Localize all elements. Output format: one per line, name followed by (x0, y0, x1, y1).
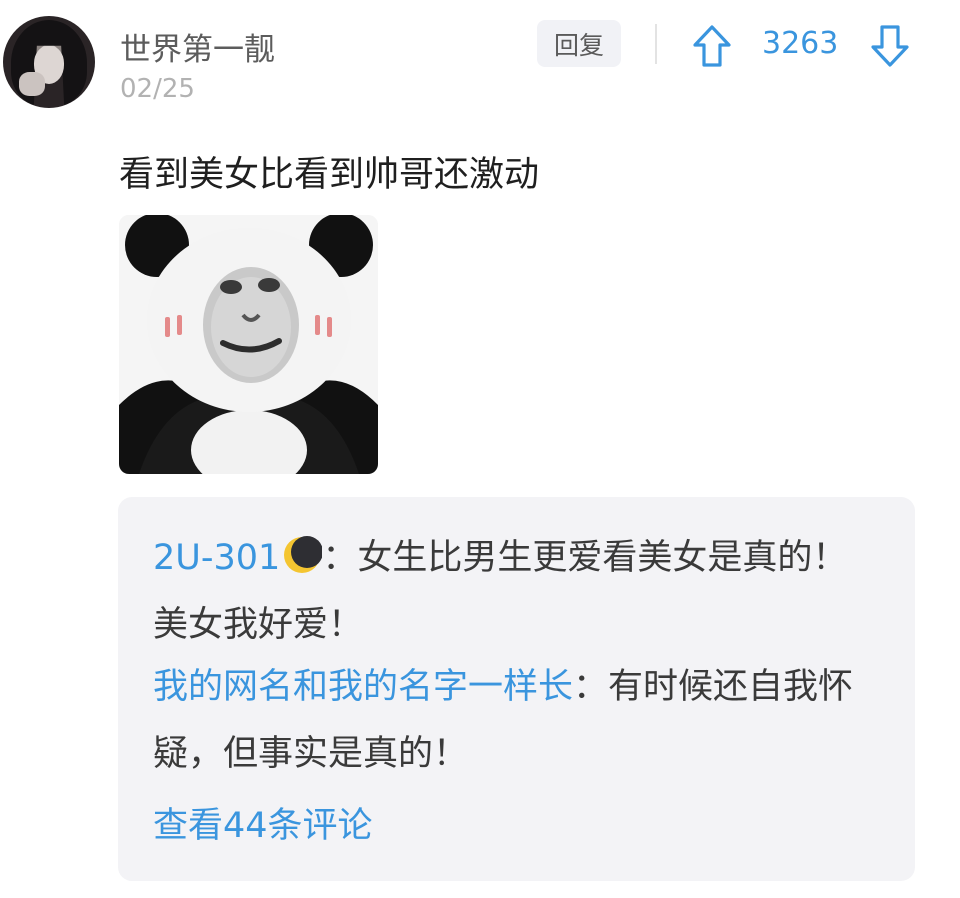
reply-button[interactable]: 回复 (537, 20, 621, 67)
avatar-hand (19, 72, 45, 96)
username[interactable]: 世界第一靓 (120, 24, 275, 69)
replies-box: 2U-301 ：女生比男生更爱看美女是真的！美女我好爱！ 我的网名和我的名字一样长… (118, 497, 915, 881)
crescent-moon-icon (284, 536, 323, 573)
comment-text: 看到美女比看到帅哥还激动 (119, 155, 540, 195)
panda-meme-drawing (119, 215, 378, 474)
downvote-icon[interactable] (870, 24, 910, 68)
reply-separator: ： (573, 667, 609, 707)
upvote-icon[interactable] (692, 24, 732, 68)
panda-meme-image[interactable] (119, 215, 378, 474)
avatar[interactable] (3, 16, 95, 108)
reply-item[interactable]: 2U-301 ：女生比男生更爱看美女是真的！美女我好爱！ (153, 525, 878, 659)
view-more-comments-link[interactable]: 查看44条评论 (153, 797, 373, 848)
reply-author[interactable]: 我的网名和我的名字一样长 (153, 667, 573, 707)
reply-separator: ： (322, 538, 358, 578)
action-divider (655, 24, 657, 64)
reply-author[interactable]: 2U-301 (153, 538, 280, 578)
vote-count: 3263 (762, 26, 839, 61)
reply-item[interactable]: 我的网名和我的名字一样长：有时候还自我怀疑，但事实是真的！ (153, 654, 878, 788)
comment-date: 02/25 (120, 74, 195, 104)
